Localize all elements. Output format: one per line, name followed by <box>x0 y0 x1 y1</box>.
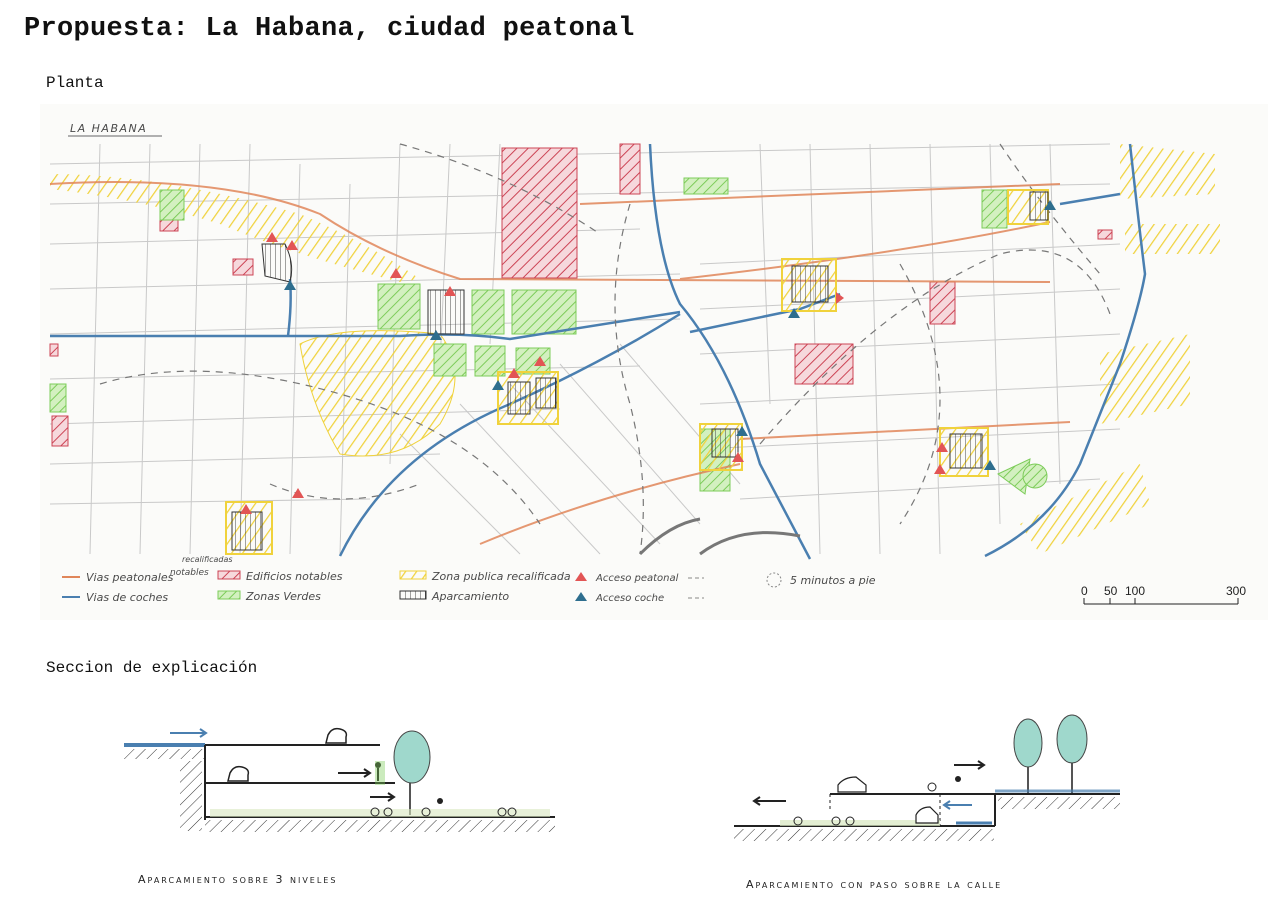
parking-block <box>231 511 263 551</box>
tree-icon <box>393 730 431 784</box>
parking-block <box>1029 191 1049 221</box>
green-zone <box>981 189 1008 229</box>
green-zone <box>159 189 185 221</box>
scale-tick-label: 300 <box>1226 584 1246 598</box>
parking-block <box>427 289 465 335</box>
bicycle-icon <box>927 782 937 792</box>
parking-block <box>535 377 557 409</box>
map-legend: Vias peatonales recalificadas notables V… <box>62 555 876 604</box>
caption-left: Aparcamiento sobre 3 niveles <box>138 873 337 886</box>
notable-building <box>619 143 641 195</box>
car-icon <box>227 765 250 782</box>
green-zone <box>471 289 505 335</box>
legend-swatch-ped-access <box>575 572 587 581</box>
notable-building <box>159 218 179 232</box>
notable-building <box>51 415 69 447</box>
notable-building <box>501 147 578 279</box>
tree-icon <box>1056 714 1088 764</box>
legend-notable-buildings: Edificios notables <box>246 570 343 583</box>
legend-swatch-green <box>217 590 241 600</box>
parking-block <box>949 433 983 469</box>
legend-car-roads: Vias de coches <box>86 591 168 604</box>
notable-building <box>794 343 854 385</box>
green-zone <box>433 343 467 377</box>
scale-tick-label: 50 <box>1104 584 1118 598</box>
scale-bar: 0 50 100 300 <box>1081 584 1246 605</box>
legend-notables: notables <box>170 568 209 578</box>
notable-building <box>49 343 59 357</box>
parking-block <box>791 265 829 303</box>
legend-swatch-parking <box>399 590 427 600</box>
legend-swatch-walk-radius <box>766 572 782 588</box>
legend-green-zones: Zonas Verdes <box>245 590 321 603</box>
car-icon <box>837 776 867 793</box>
green-zone <box>511 289 577 335</box>
legend-car-access: Acceso coche <box>595 593 664 604</box>
page-title: Propuesta: La Habana, ciudad peatonal <box>24 14 635 44</box>
rail-arc <box>638 517 701 556</box>
legend-ped-access: Acceso peatonal <box>595 573 679 584</box>
section-heading: Seccion de explicación <box>46 659 258 677</box>
legend-parking: Aparcamiento <box>431 590 509 603</box>
notable-building <box>232 258 254 276</box>
legend-recalificadas: recalificadas <box>182 555 233 564</box>
legend-public-zone: Zona publica recalificada <box>431 570 571 583</box>
pedestrian-icon <box>437 798 443 804</box>
parking-block <box>507 381 531 415</box>
rail-arc <box>699 531 801 556</box>
legend-walk-radius: 5 minutos a pie <box>790 574 876 587</box>
car-icon <box>915 806 939 824</box>
scale-tick-label: 100 <box>1125 584 1145 598</box>
green-zone <box>683 177 729 195</box>
legend-swatch-public <box>399 570 427 580</box>
legend-swatch-notable <box>217 570 241 580</box>
car-icon <box>325 727 348 744</box>
green-zone <box>377 283 421 330</box>
map-label: LA HABANA <box>70 122 147 135</box>
notable-building <box>1097 229 1113 240</box>
plan-heading: Planta <box>46 74 104 92</box>
section-left-drawing: Aparcamiento sobre 3 niveles <box>110 705 570 900</box>
green-zone <box>1022 463 1048 489</box>
city-plan-map: LA HABANA Vias peatonales recalificadas … <box>40 104 1268 620</box>
parking-block <box>711 428 739 458</box>
tree-icon <box>1013 718 1043 768</box>
public-zone-park <box>299 330 456 457</box>
pedestrian-icon <box>955 776 961 782</box>
legend-pedestrian-roads: Vias peatonales <box>86 571 174 584</box>
caption-right: Aparcamiento con paso sobre la calle <box>746 878 1002 891</box>
scale-tick-label: 0 <box>1081 584 1088 598</box>
green-zone <box>49 383 67 413</box>
green-zone <box>515 347 551 375</box>
city-plan-drawing: LA HABANA Vias peatonales recalificadas … <box>49 122 1246 605</box>
section-right-drawing: Aparcamiento con paso sobre la calle <box>720 705 1140 900</box>
legend-swatch-car-access <box>575 592 587 601</box>
